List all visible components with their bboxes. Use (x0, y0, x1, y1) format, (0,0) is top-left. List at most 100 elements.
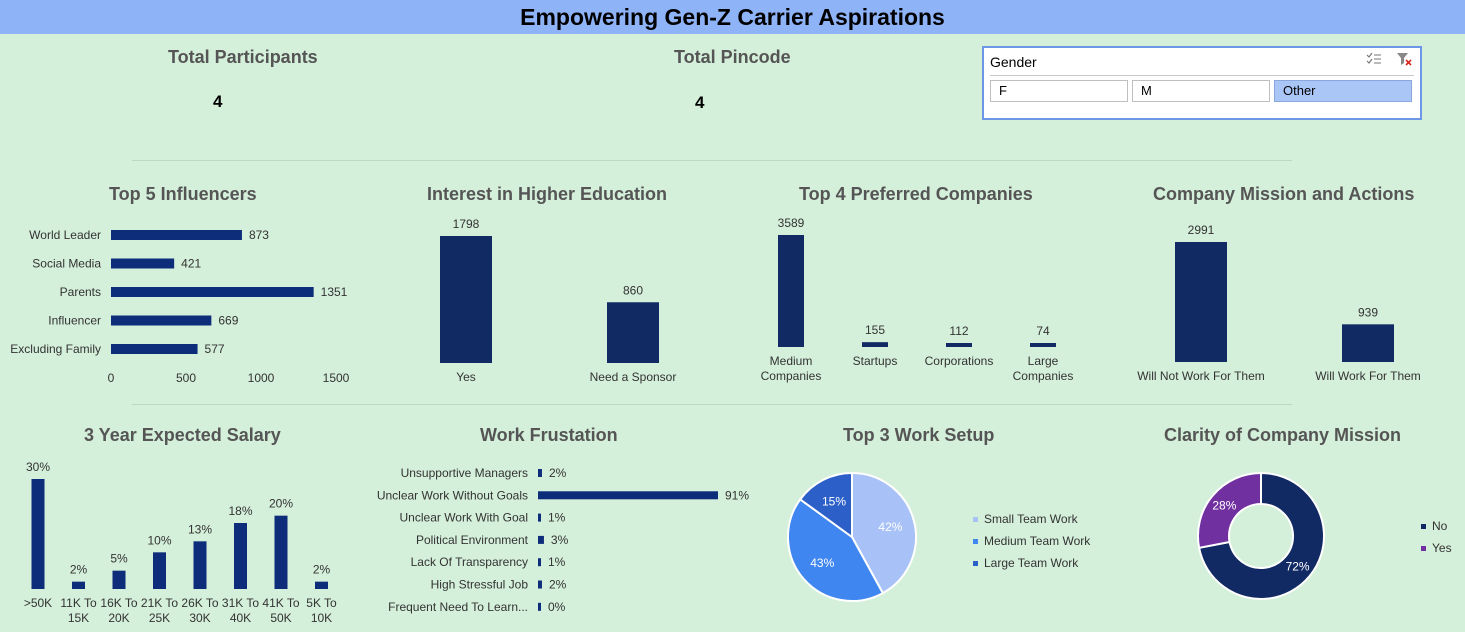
slicer-option-m[interactable]: M (1132, 80, 1270, 102)
bar-lack-of-transparency (538, 558, 541, 567)
gender-slicer[interactable]: Gender F M Other (982, 46, 1422, 120)
bar-corporations (946, 343, 972, 347)
data-label-corporations: 112 (949, 324, 968, 338)
legend-item-yes: Yes (1421, 537, 1452, 559)
category-label-5k-to-10k: 5K To 10K (306, 596, 337, 625)
legend-label: No (1432, 519, 1448, 533)
chart-title-salary: 3 Year Expected Salary (84, 425, 281, 445)
total-participants-value: 4 (213, 92, 223, 111)
data-label-high-stressful-job: 2% (549, 578, 567, 592)
category-label-startups: Startups (853, 354, 898, 368)
x-tick-1000: 1000 (248, 371, 275, 385)
bar-world-leader (111, 230, 242, 240)
bar-unsupportive-managers (538, 469, 542, 477)
bar-social-media (111, 258, 175, 269)
data-label-parents: 1351 (321, 285, 348, 299)
legend-label: Medium Team Work (984, 534, 1091, 548)
slice-label-medium-team-work: 43% (810, 556, 834, 570)
bar-11k-to-15k (72, 581, 85, 589)
data-label-startups: 155 (865, 323, 885, 337)
category-label-31k-to-40k: 31K To 40K (222, 596, 259, 625)
section-divider-top (132, 160, 1292, 161)
bar-yes (440, 236, 492, 363)
data-label-large-companies: 74 (1036, 324, 1050, 338)
data-label-lack-of-transparency: 1% (548, 555, 566, 569)
category-label-will-work-for-them: Will Work For Them (1315, 369, 1421, 383)
data-label-will-work-for-them: 939 (1358, 305, 1378, 319)
total-pincode-value: 4 (695, 93, 705, 112)
chart-title-mission-actions: Company Mission and Actions (1153, 184, 1415, 204)
slice-label-no: 72% (1286, 559, 1310, 573)
data-label-will-not-work-for-them: 2991 (1188, 223, 1215, 237)
category-label-medium-companies: Medium Companies (761, 354, 822, 383)
bar-political-environment (538, 535, 544, 544)
chart-title-influencers: Top 5 Influencers (109, 184, 257, 204)
total-pincode-label: Total Pincode (674, 47, 791, 67)
legend-swatch (1421, 545, 1426, 551)
chart-title-work-setup: Top 3 Work Setup (843, 425, 995, 445)
bar-26k-to-30k (193, 541, 207, 589)
legend-swatch (1421, 523, 1426, 529)
bar-5k-to-10k (315, 581, 328, 589)
data-label-unclear-work-with-goal: 1% (548, 511, 566, 525)
legend-swatch (973, 538, 978, 544)
slice-label-large-team-work: 15% (822, 495, 846, 509)
x-tick-500: 500 (176, 371, 196, 385)
chart-title-mission-clarity: Clarity of Company Mission (1164, 425, 1402, 445)
legend-label: Large Team Work (984, 556, 1079, 570)
bar-label-lack-of-transparency: Lack Of Transparency (411, 555, 528, 569)
category-label-41k-to-50k: 41K To 50K (262, 596, 299, 625)
bar-influencer (111, 315, 212, 326)
legend-label: Yes (1432, 541, 1452, 555)
data-label-influencer: 669 (218, 314, 238, 328)
bar-41k-to-50k (274, 515, 288, 589)
category-label-yes: Yes (456, 370, 476, 384)
bar-unclear-work-without-goals (538, 491, 718, 500)
multi-select-icon[interactable] (1366, 52, 1382, 69)
clear-filter-icon[interactable] (1396, 52, 1412, 69)
data-label-need-a-sponsor: 860 (623, 283, 643, 297)
bar-label-world-leader: World Leader (29, 228, 101, 242)
total-participants-label: Total Participants (168, 47, 318, 67)
chart-title-frustration: Work Frustation (480, 425, 618, 445)
category-label-16k-to-20k: 16K To 20K (100, 596, 137, 625)
x-tick-1500: 1500 (323, 371, 350, 385)
category-label-corporations: Corporations (925, 354, 994, 368)
data-label-11k-to-15k: 2% (70, 563, 88, 577)
bar-high-stressful-job (538, 580, 542, 589)
data-label-excluding-family: 577 (205, 342, 225, 356)
data-label-31k-to-40k: 18% (228, 504, 252, 518)
category-label-26k-to-30k: 26K To 30K (181, 596, 218, 625)
data-label-frequent-need-to-learn: 0% (548, 600, 566, 614)
bar-need-a-sponsor (607, 302, 659, 363)
bar-excluding-family (111, 344, 198, 354)
bar-startups (862, 342, 888, 347)
legend-item-no: No (1421, 515, 1452, 537)
bar-label-parents: Parents (60, 285, 101, 299)
legend-item-small-team: Small Team Work (973, 508, 1090, 530)
bar-parents (111, 287, 314, 297)
slicer-option-other[interactable]: Other (1274, 80, 1412, 102)
legend-item-large-team: Large Team Work (973, 552, 1090, 574)
data-label-world-leader: 873 (249, 228, 269, 242)
mission-clarity-donut: 72% 28% (1197, 471, 1325, 600)
legend-swatch (973, 560, 978, 566)
salary-chart: 30% >50K 2% 11K To 15K 5% 16K To 20K 10% 21K To 25… (24, 460, 337, 625)
influencers-chart: World Leader 873 Social Media 421 Parents 135… (10, 228, 350, 385)
dashboard-title: Empowering Gen-Z Carrier Aspirations (520, 3, 945, 30)
data-label-5k-to-10k: 2% (313, 563, 331, 577)
chart-title-companies: Top 4 Preferred Companies (799, 184, 1033, 204)
bar-will-work-for-them (1342, 324, 1394, 362)
data-label-political-environment: 3% (551, 533, 569, 547)
bar-21k-to-25k (153, 552, 166, 589)
slicer-option-f[interactable]: F (990, 80, 1128, 102)
slice-label-yes: 28% (1212, 499, 1236, 513)
chart-title-higher-education: Interest in Higher Education (427, 184, 668, 204)
slice-label-small-team-work: 42% (878, 520, 902, 534)
category-label-need-a-sponsor: Need a Sponsor (590, 370, 677, 384)
data-label-medium-companies: 3589 (778, 216, 805, 230)
slicer-title: Gender (990, 54, 1037, 70)
category-label-11k-to-15k: 11K To 15K (60, 596, 97, 625)
bar-label-frequent-need-to-learn: Frequent Need To Learn... (388, 600, 528, 614)
bar-label-unclear-work-with-goal: Unclear Work With Goal (400, 511, 528, 525)
